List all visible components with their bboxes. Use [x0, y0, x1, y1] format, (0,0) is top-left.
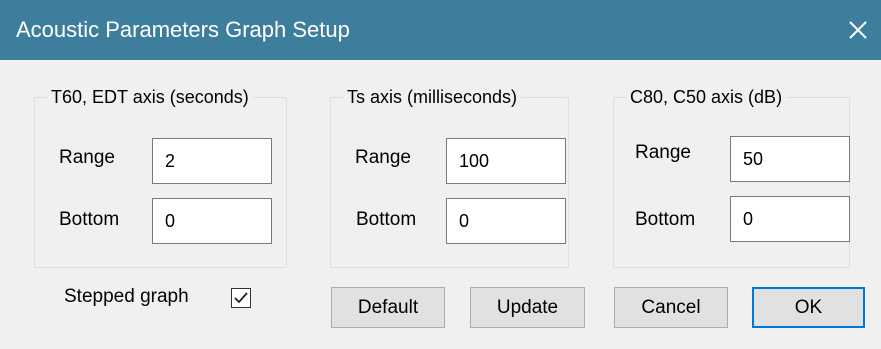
cancel-button[interactable]: Cancel: [614, 287, 728, 328]
bottom-label: Bottom: [59, 209, 120, 230]
default-button[interactable]: Default: [331, 287, 445, 328]
range-label: Range: [59, 147, 115, 168]
stepped-graph-label: Stepped graph: [64, 286, 189, 307]
title-bar[interactable]: Acoustic Parameters Graph Setup: [0, 0, 881, 60]
bottom-label: Bottom: [356, 209, 417, 230]
group-legend: C80, C50 axis (dB): [626, 85, 787, 109]
range-label: Range: [355, 147, 411, 168]
t60-bottom-input[interactable]: 0: [152, 198, 272, 244]
ts-range-input[interactable]: 100: [446, 138, 566, 184]
close-button[interactable]: [835, 0, 881, 60]
c80-bottom-input[interactable]: 0: [730, 196, 850, 242]
window-title: Acoustic Parameters Graph Setup: [16, 17, 350, 42]
c80-range-input[interactable]: 50: [730, 136, 850, 182]
dialog: Acoustic Parameters Graph Setup T60, EDT…: [0, 0, 881, 349]
t60-range-input[interactable]: 2: [152, 138, 272, 184]
check-icon: [234, 292, 248, 304]
ok-button[interactable]: OK: [752, 287, 865, 328]
bottom-label: Bottom: [635, 209, 696, 230]
stepped-graph-checkbox[interactable]: [231, 288, 251, 308]
group-legend: Ts axis (milliseconds): [343, 85, 522, 109]
c80-c50-axis-group: C80, C50 axis (dB): [613, 85, 850, 268]
range-label: Range: [635, 142, 691, 163]
ts-bottom-input[interactable]: 0: [446, 198, 566, 244]
group-legend: T60, EDT axis (seconds): [47, 85, 253, 109]
close-icon: [849, 21, 867, 39]
update-button[interactable]: Update: [470, 287, 585, 328]
